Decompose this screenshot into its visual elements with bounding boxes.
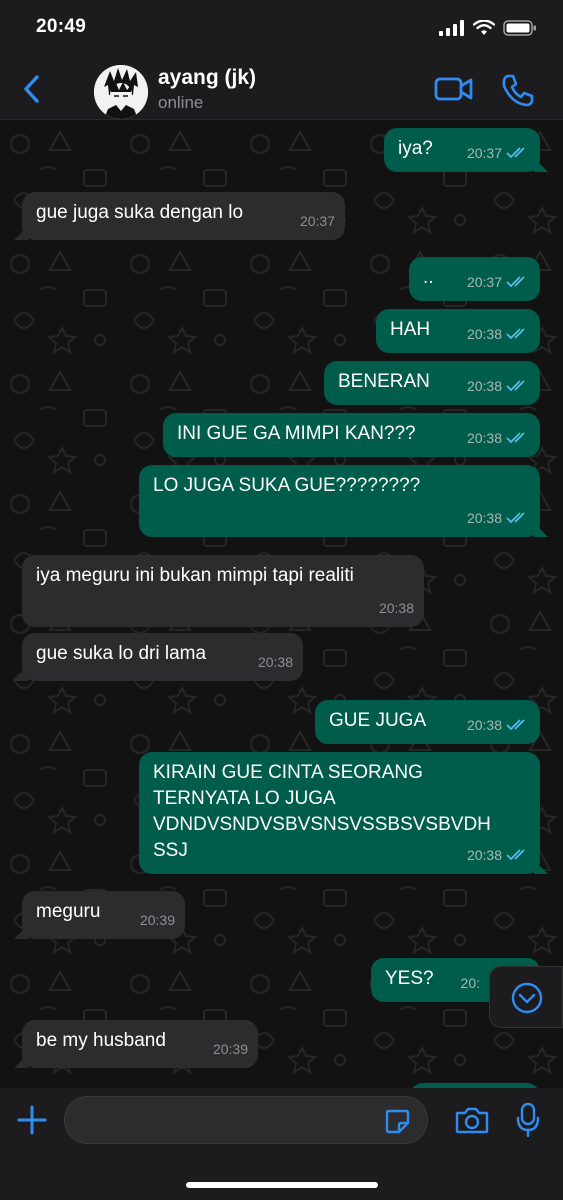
battery-icon bbox=[503, 20, 536, 36]
back-chevron-icon[interactable] bbox=[18, 72, 46, 106]
message-outgoing[interactable]: .. 20:37 bbox=[409, 257, 540, 301]
scroll-to-bottom-button[interactable] bbox=[489, 966, 563, 1028]
message-time: 20:38 bbox=[378, 600, 414, 616]
message-meta: 20:38 bbox=[467, 505, 530, 531]
chevron-down-icon bbox=[511, 982, 543, 1014]
message-time: 20:37 bbox=[466, 274, 502, 290]
contact-status: online bbox=[158, 93, 204, 112]
message-outgoing[interactable]: LO JUGA SUKA GUE???????? 20:38 bbox=[139, 465, 548, 537]
message-meta: 20:37 bbox=[467, 269, 530, 295]
message-time: 20:38 bbox=[466, 510, 502, 526]
message-outgoing[interactable]: INI GUE GA MIMPI KAN??? 20:38 bbox=[163, 413, 540, 457]
video-call-icon[interactable] bbox=[434, 74, 474, 104]
camera-icon[interactable] bbox=[455, 1106, 489, 1134]
message-time: 20:37 bbox=[299, 213, 335, 229]
message-time: 20:39 bbox=[139, 912, 175, 928]
message-text: LO JUGA SUKA GUE???????? bbox=[153, 475, 421, 496]
bubble-tail bbox=[534, 860, 548, 874]
avatar[interactable] bbox=[94, 65, 148, 119]
read-ticks-icon bbox=[506, 719, 525, 731]
sticker-icon[interactable] bbox=[384, 1108, 410, 1134]
message-outgoing[interactable]: iya? 20:37 bbox=[384, 128, 548, 172]
message-time: 20:38 bbox=[466, 717, 502, 733]
message-meta: 20:38 bbox=[467, 425, 530, 451]
avatar-illustration bbox=[94, 65, 148, 119]
message-time: 20:38 bbox=[466, 430, 502, 446]
bubble-tail bbox=[534, 523, 548, 537]
message-outgoing[interactable]: GUE JUGA 20:38 bbox=[315, 700, 540, 744]
message-meta: 20:38 bbox=[467, 373, 530, 399]
message-incoming[interactable]: gue suka lo dri lama 20:38 bbox=[14, 633, 303, 681]
status-icons bbox=[439, 20, 537, 36]
bubble-tail bbox=[14, 667, 28, 681]
phone-call-icon[interactable] bbox=[500, 72, 536, 108]
wifi-icon bbox=[473, 20, 495, 35]
message-meta: 20:39 bbox=[140, 907, 175, 933]
message-meta: 20:38 bbox=[379, 595, 414, 621]
message-meta: 20:38 bbox=[467, 712, 530, 738]
message-incoming[interactable]: iya meguru ini bukan mimpi tapi realiti … bbox=[22, 555, 424, 627]
message-time: 20:37 bbox=[466, 145, 502, 161]
status-time: 20:49 bbox=[36, 16, 87, 37]
message-meta: 20:38 bbox=[258, 649, 293, 675]
message-incoming[interactable]: be my husband 20:39 bbox=[14, 1020, 258, 1068]
message-time: 20:38 bbox=[466, 378, 502, 394]
plus-icon[interactable] bbox=[16, 1104, 48, 1136]
bubble-tail bbox=[14, 226, 28, 240]
message-outgoing[interactable]: HAH 20:38 bbox=[376, 309, 540, 353]
status-bar: 20:49 bbox=[0, 0, 563, 58]
message-outgoing[interactable]: KIRAIN GUE CINTA SEORANG TERNYATA LO JUG… bbox=[139, 752, 548, 874]
chat-header: ayang (jk) online bbox=[0, 58, 563, 120]
message-meta: 20:37 bbox=[300, 208, 335, 234]
message-outgoing[interactable]: BENERAN 20:38 bbox=[324, 361, 540, 405]
message-meta: 20: bbox=[461, 970, 480, 996]
microphone-icon[interactable] bbox=[516, 1102, 540, 1138]
message-time: 20:38 bbox=[257, 654, 293, 670]
message-meta: 20:37 bbox=[467, 140, 530, 166]
message-text: iya meguru ini bukan mimpi tapi realiti bbox=[36, 565, 354, 586]
read-ticks-icon bbox=[506, 512, 525, 524]
input-bar bbox=[0, 1088, 563, 1200]
bubble-tail bbox=[534, 158, 548, 172]
read-ticks-icon bbox=[506, 380, 525, 392]
message-time: 20:38 bbox=[466, 326, 502, 342]
message-time: 20:38 bbox=[466, 847, 502, 863]
chat-area[interactable]: iya? 20:37 gue juga suka dengan lo 20:37… bbox=[0, 120, 563, 1088]
message-incoming[interactable]: meguru 20:39 bbox=[14, 891, 185, 939]
read-ticks-icon bbox=[506, 276, 525, 288]
contact-name[interactable]: ayang (jk) bbox=[158, 66, 256, 90]
read-ticks-icon bbox=[506, 328, 525, 340]
bubble-tail bbox=[14, 925, 28, 939]
bubble-tail bbox=[14, 1054, 28, 1068]
message-time: 20:39 bbox=[212, 1041, 248, 1057]
read-ticks-icon bbox=[506, 849, 525, 861]
message-input[interactable] bbox=[64, 1096, 428, 1144]
message-text: gue juga suka dengan lo bbox=[36, 202, 244, 223]
message-text: gue suka lo dri lama bbox=[36, 643, 207, 664]
message-meta: 20:38 bbox=[467, 842, 530, 868]
signal-icon bbox=[439, 20, 464, 36]
message-incoming[interactable]: gue juga suka dengan lo 20:37 bbox=[14, 192, 345, 240]
message-time: 20: bbox=[460, 975, 480, 991]
message-meta: 20:38 bbox=[467, 321, 530, 347]
message-meta: 20:39 bbox=[213, 1036, 248, 1062]
home-indicator bbox=[186, 1182, 378, 1188]
read-ticks-icon bbox=[506, 432, 525, 444]
read-ticks-icon bbox=[506, 147, 525, 159]
